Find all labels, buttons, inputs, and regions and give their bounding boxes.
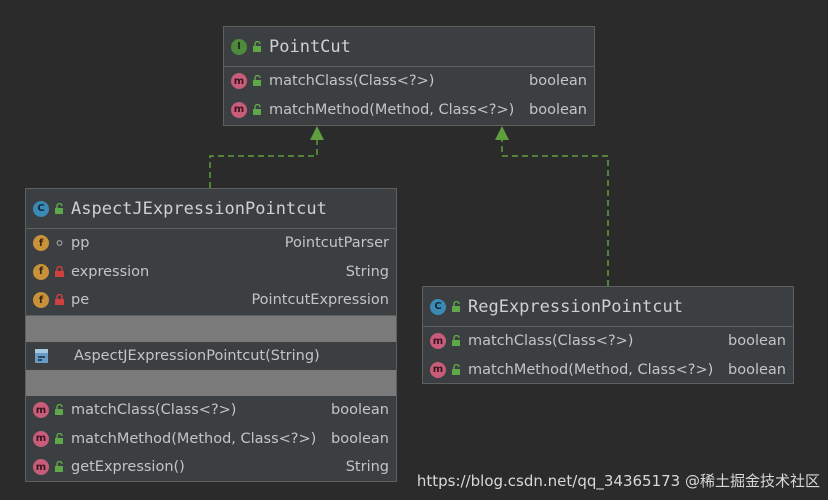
public-lock-icon <box>253 103 261 115</box>
watermark: https://blog.csdn.net/qq_34365173 @稀土掘金技… <box>416 472 820 490</box>
method-icon: m <box>231 101 247 118</box>
method-row[interactable]: m matchMethod(Method, Class<?>) boolean <box>224 96 594 125</box>
field-type: PointcutParser <box>284 235 389 252</box>
method-row[interactable]: m matchClass(Class<?>) boolean <box>224 67 594 96</box>
public-lock-icon <box>55 202 63 214</box>
public-lock-icon <box>452 363 460 375</box>
package-access-icon <box>56 240 63 247</box>
return-type: String <box>345 459 389 476</box>
section-divider <box>26 369 396 396</box>
method-icon: m <box>430 333 446 350</box>
class-header: I PointCut <box>224 27 594 67</box>
return-type: boolean <box>529 73 587 90</box>
public-lock-icon <box>452 300 460 312</box>
method-name: matchMethod(Method, Class<?>) <box>269 101 515 118</box>
field-type: String <box>345 263 389 280</box>
method-name: matchMethod(Method, Class<?>) <box>71 430 317 447</box>
return-type: boolean <box>728 333 786 350</box>
method-icon: m <box>33 459 49 476</box>
method-row[interactable]: m matchClass(Class<?>) boolean <box>26 396 396 425</box>
method-icon: m <box>33 430 49 447</box>
field-name: pe <box>71 292 90 309</box>
class-name: RegExpressionPointcut <box>468 296 683 317</box>
field-row[interactable]: f expression String <box>26 258 396 287</box>
method-name: matchClass(Class<?>) <box>71 402 237 419</box>
implements-arrow-aspectj <box>209 126 324 188</box>
method-icon: m <box>430 361 446 378</box>
regex-class-box[interactable]: C RegExpressionPointcut m matchClass(Cla… <box>422 286 794 384</box>
fields-section: f pp PointcutParser f expression String … <box>26 229 396 316</box>
field-name: expression <box>71 263 150 280</box>
method-icon: m <box>231 73 247 90</box>
implements-arrow-regex <box>495 126 609 286</box>
public-lock-icon <box>452 335 460 347</box>
method-row[interactable]: m getExpression() String <box>26 453 396 482</box>
return-type: boolean <box>331 402 389 419</box>
constructor-row[interactable]: AspectJExpressionPointcut(String) <box>26 342 396 370</box>
field-icon: f <box>33 263 49 280</box>
public-lock-icon <box>253 40 261 52</box>
class-name: AspectJExpressionPointcut <box>71 198 327 219</box>
method-name: matchMethod(Method, Class<?>) <box>468 361 714 378</box>
constructor-icon <box>35 348 48 363</box>
field-icon: f <box>33 235 49 252</box>
private-lock-icon <box>55 265 64 277</box>
method-row[interactable]: m matchMethod(Method, Class<?>) boolean <box>423 356 793 385</box>
class-icon: C <box>430 298 446 315</box>
class-header: C AspectJExpressionPointcut <box>26 189 396 229</box>
public-lock-icon <box>55 404 63 416</box>
return-type: boolean <box>728 361 786 378</box>
interface-icon: I <box>231 38 247 55</box>
class-header: C RegExpressionPointcut <box>423 287 793 327</box>
section-divider <box>26 315 396 342</box>
field-icon: f <box>33 292 49 309</box>
return-type: boolean <box>529 101 587 118</box>
method-name: matchClass(Class<?>) <box>269 73 435 90</box>
field-name: pp <box>71 235 90 252</box>
field-row[interactable]: f pe PointcutExpression <box>26 286 396 315</box>
method-row[interactable]: m matchClass(Class<?>) boolean <box>423 327 793 356</box>
return-type: boolean <box>331 430 389 447</box>
class-icon: C <box>33 200 49 217</box>
public-lock-icon <box>55 432 63 444</box>
method-name: matchClass(Class<?>) <box>468 333 634 350</box>
constructor-name: AspectJExpressionPointcut(String) <box>74 347 320 364</box>
private-lock-icon <box>55 294 64 306</box>
field-row[interactable]: f pp PointcutParser <box>26 229 396 258</box>
pointcut-interface-box[interactable]: I PointCut m matchClass(Class<?>) boolea… <box>223 26 595 126</box>
field-type: PointcutExpression <box>251 292 389 309</box>
method-row[interactable]: m matchMethod(Method, Class<?>) boolean <box>26 424 396 453</box>
aspectj-class-box[interactable]: C AspectJExpressionPointcut f pp Pointcu… <box>25 188 397 482</box>
public-lock-icon <box>253 75 261 87</box>
public-lock-icon <box>55 461 63 473</box>
method-icon: m <box>33 402 49 419</box>
class-name: PointCut <box>269 36 351 57</box>
method-name: getExpression() <box>71 459 185 476</box>
